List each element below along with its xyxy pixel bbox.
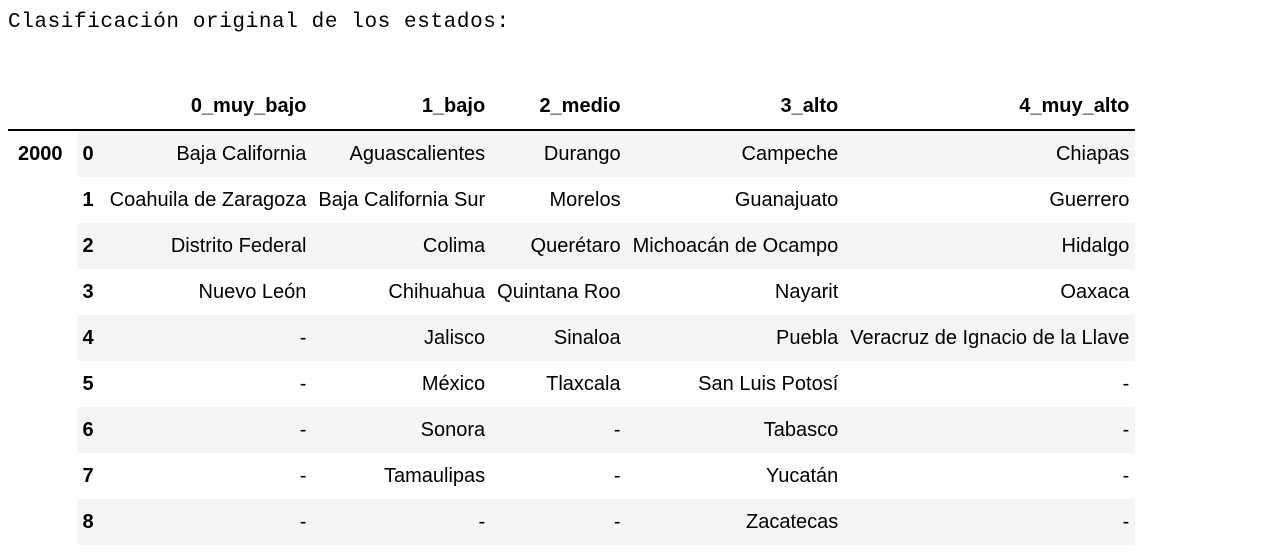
table-cell: - xyxy=(844,499,1136,545)
table-cell: Guanajuato xyxy=(626,177,845,223)
table-cell: - xyxy=(491,453,627,499)
table-cell: Guerrero xyxy=(844,177,1136,223)
table-cell: Tamaulipas xyxy=(312,453,492,499)
table-cell: Sinaloa xyxy=(491,315,627,361)
table-body: 2000 0 Baja California Aguascalientes Du… xyxy=(8,130,1136,545)
row-index: 8 xyxy=(76,499,104,545)
table-cell: - xyxy=(103,453,313,499)
row-index: 6 xyxy=(76,407,104,453)
column-header-0-muy-bajo: 0_muy_bajo xyxy=(103,83,313,131)
table-row: 8 - - - Zacatecas - xyxy=(8,499,1136,545)
row-index: 4 xyxy=(76,315,104,361)
table-cell: Michoacán de Ocampo xyxy=(626,223,845,269)
table-cell: - xyxy=(844,361,1136,407)
table-cell: Tabasco xyxy=(626,407,845,453)
table-row: 5 - México Tlaxcala San Luis Potosí - xyxy=(8,361,1136,407)
table-cell: - xyxy=(312,499,492,545)
header-row: 0_muy_bajo 1_bajo 2_medio 3_alto 4_muy_a… xyxy=(8,83,1136,131)
table-cell: Yucatán xyxy=(626,453,845,499)
table-cell: - xyxy=(844,407,1136,453)
table-cell: Aguascalientes xyxy=(312,130,492,177)
column-header-1-bajo: 1_bajo xyxy=(312,83,492,131)
table-cell: - xyxy=(491,407,627,453)
table-cell: - xyxy=(491,499,627,545)
table-cell: Coahuila de Zaragoza xyxy=(103,177,313,223)
table-cell: - xyxy=(103,499,313,545)
table-cell: San Luis Potosí xyxy=(626,361,845,407)
table-cell: Puebla xyxy=(626,315,845,361)
table-cell: Nayarit xyxy=(626,269,845,315)
table-cell: Colima xyxy=(312,223,492,269)
column-header-3-alto: 3_alto xyxy=(626,83,845,131)
table-cell: Nuevo León xyxy=(103,269,313,315)
row-index: 3 xyxy=(76,269,104,315)
table-cell: Querétaro xyxy=(491,223,627,269)
row-index: 2 xyxy=(76,223,104,269)
column-header-2-medio: 2_medio xyxy=(491,83,627,131)
table-cell: - xyxy=(844,453,1136,499)
table-header: 0_muy_bajo 1_bajo 2_medio 3_alto 4_muy_a… xyxy=(8,83,1136,131)
table-cell: Veracruz de Ignacio de la Llave xyxy=(844,315,1136,361)
table-row: 2 Distrito Federal Colima Querétaro Mich… xyxy=(8,223,1136,269)
table-cell: Hidalgo xyxy=(844,223,1136,269)
table-row: 4 - Jalisco Sinaloa Puebla Veracruz de I… xyxy=(8,315,1136,361)
output-caption: Clasificación original de los estados: xyxy=(8,11,510,34)
table-cell: Chiapas xyxy=(844,130,1136,177)
outer-index-year: 2000 xyxy=(8,130,77,545)
column-header-4-muy-alto: 4_muy_alto xyxy=(844,83,1136,131)
row-index: 5 xyxy=(76,361,104,407)
table-cell: Quintana Roo xyxy=(491,269,627,315)
table-cell: Zacatecas xyxy=(626,499,845,545)
table-row: 2000 0 Baja California Aguascalientes Du… xyxy=(8,130,1136,545)
row-index: 0 xyxy=(76,130,104,177)
table-cell: Oaxaca xyxy=(844,269,1136,315)
table-cell: Sonora xyxy=(312,407,492,453)
table-cell: Morelos xyxy=(491,177,627,223)
table-cell: - xyxy=(103,315,313,361)
table-row: 1 Coahuila de Zaragoza Baja California S… xyxy=(8,177,1136,223)
table-row: 3 Nuevo León Chihuahua Quintana Roo Naya… xyxy=(8,269,1136,315)
row-index: 7 xyxy=(76,453,104,499)
table-cell: Campeche xyxy=(626,130,845,177)
table-row: 7 - Tamaulipas - Yucatán - xyxy=(8,453,1136,499)
table-cell: - xyxy=(103,361,313,407)
table-cell: Baja California Sur xyxy=(312,177,492,223)
table-cell: Baja California xyxy=(103,130,313,177)
row-index: 1 xyxy=(76,177,104,223)
table-cell: Tlaxcala xyxy=(491,361,627,407)
table-cell: Distrito Federal xyxy=(103,223,313,269)
classification-table: 0_muy_bajo 1_bajo 2_medio 3_alto 4_muy_a… xyxy=(8,83,1136,545)
table-cell: Chihuahua xyxy=(312,269,492,315)
index-header-inner xyxy=(76,83,104,131)
table-cell: Jalisco xyxy=(312,315,492,361)
table-row: 6 - Sonora - Tabasco - xyxy=(8,407,1136,453)
index-header-outer xyxy=(8,83,77,131)
table-cell: - xyxy=(103,407,313,453)
table-cell: Durango xyxy=(491,130,627,177)
table-cell: México xyxy=(312,361,492,407)
